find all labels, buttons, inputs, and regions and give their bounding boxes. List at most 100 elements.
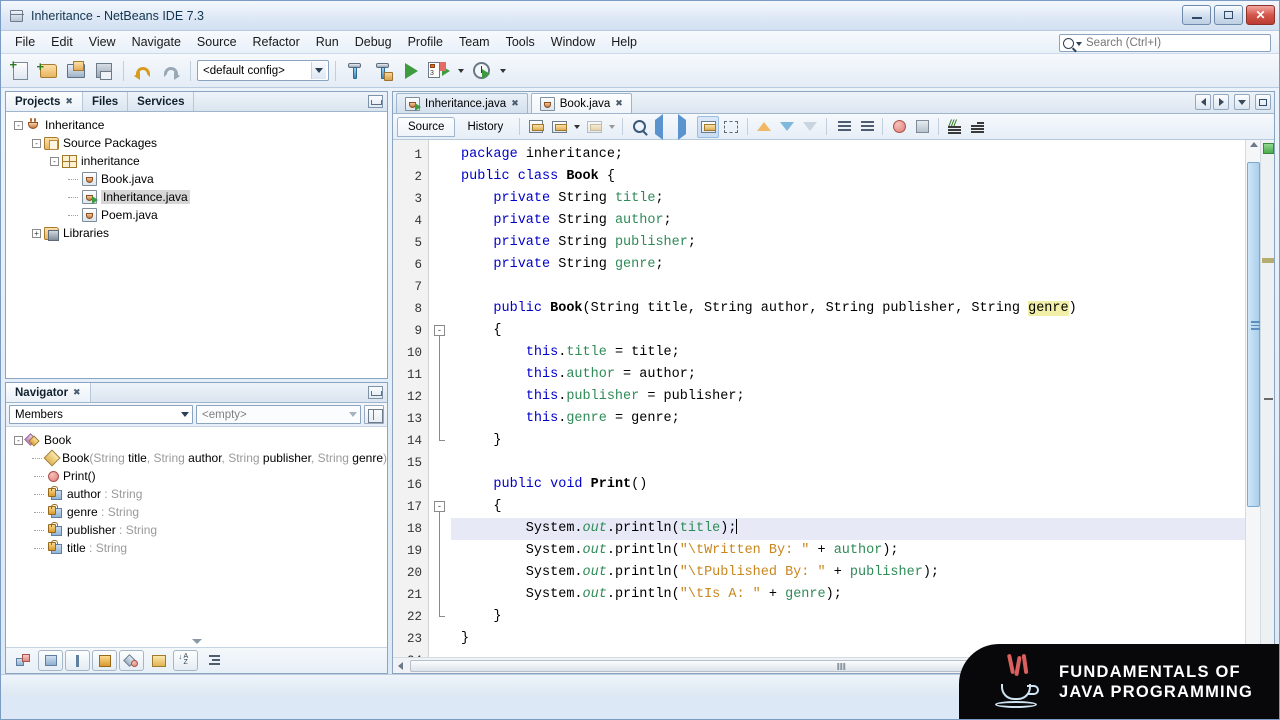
- run-project-icon[interactable]: [398, 58, 424, 84]
- code-line[interactable]: package inheritance;: [451, 144, 1245, 166]
- show-constructors-icon[interactable]: [65, 650, 90, 671]
- code-line[interactable]: System.out.println(title);: [451, 518, 1245, 540]
- menu-run[interactable]: Run: [308, 32, 347, 52]
- minimize-button[interactable]: [1182, 5, 1211, 25]
- member-item[interactable]: publisher : String: [6, 521, 387, 539]
- show-inherited-members-icon[interactable]: [11, 650, 36, 671]
- menu-profile[interactable]: Profile: [400, 32, 451, 52]
- close-icon[interactable]: ✖: [73, 387, 81, 398]
- code-line[interactable]: {: [451, 320, 1245, 342]
- menu-debug[interactable]: Debug: [347, 32, 400, 52]
- close-icon[interactable]: ✖: [511, 98, 519, 109]
- editor-tab-book[interactable]: Book.java ✖: [530, 93, 632, 113]
- member-item[interactable]: title : String: [6, 539, 387, 557]
- redo-icon[interactable]: [158, 58, 184, 84]
- menu-tools[interactable]: Tools: [498, 32, 543, 52]
- close-button[interactable]: ✕: [1246, 5, 1275, 25]
- tree-item[interactable]: Poem.java: [6, 206, 387, 224]
- view-tab-history[interactable]: History: [456, 117, 514, 137]
- open-project-icon[interactable]: [63, 58, 89, 84]
- tree-item[interactable]: - inheritance: [6, 152, 387, 170]
- chevron-down-icon[interactable]: [177, 406, 192, 423]
- collapse-toggle[interactable]: -: [50, 156, 59, 166]
- fold-toggle[interactable]: -: [434, 325, 445, 336]
- config-select[interactable]: <default config>: [197, 60, 329, 81]
- show-non-public-icon[interactable]: [92, 650, 117, 671]
- show-fields-icon[interactable]: [38, 650, 63, 671]
- code-line[interactable]: private String publisher;: [451, 232, 1245, 254]
- back-icon[interactable]: [548, 116, 570, 138]
- menu-navigate[interactable]: Navigate: [124, 32, 189, 52]
- find-selection-icon[interactable]: [628, 116, 650, 138]
- menu-team[interactable]: Team: [451, 32, 498, 52]
- debug-project-icon[interactable]: 3: [426, 58, 452, 84]
- comment-icon[interactable]: [799, 116, 821, 138]
- shift-left-icon[interactable]: [832, 116, 854, 138]
- scroll-left-button[interactable]: [1195, 94, 1211, 110]
- member-item[interactable]: author : String: [6, 485, 387, 503]
- collapse-toggle[interactable]: -: [14, 435, 23, 445]
- toggle-highlight-icon[interactable]: ///: [944, 116, 966, 138]
- code-line[interactable]: [451, 276, 1245, 298]
- maximize-editor-button[interactable]: [1255, 94, 1271, 110]
- scroll-up-icon[interactable]: [1250, 142, 1258, 147]
- forward-icon[interactable]: [583, 116, 605, 138]
- tab-files[interactable]: Files: [83, 92, 129, 111]
- view-tab-source[interactable]: Source: [397, 116, 456, 137]
- new-project-icon[interactable]: +: [35, 58, 61, 84]
- tab-list-button[interactable]: [1234, 94, 1250, 110]
- close-icon[interactable]: ✖: [615, 98, 623, 109]
- tree-item[interactable]: Inheritance.java: [6, 188, 387, 206]
- code-line[interactable]: {: [451, 496, 1245, 518]
- code-line[interactable]: }: [451, 606, 1245, 628]
- code-line[interactable]: this.title = title;: [451, 342, 1245, 364]
- new-file-icon[interactable]: +: [7, 58, 33, 84]
- sort-by-source-icon[interactable]: [200, 650, 225, 671]
- collapse-toggle[interactable]: -: [32, 138, 41, 148]
- member-filter-select[interactable]: <empty>: [196, 405, 361, 424]
- shift-line-down-icon[interactable]: [776, 116, 798, 138]
- menu-source[interactable]: Source: [189, 32, 245, 52]
- code-line[interactable]: System.out.println("\tWritten By: " + au…: [451, 540, 1245, 562]
- navigator-tree[interactable]: - Book Book(String title, String author, S…: [6, 427, 387, 639]
- maximize-button[interactable]: [1214, 5, 1243, 25]
- chevron-down-icon[interactable]: [311, 62, 326, 79]
- expand-toggle[interactable]: +: [32, 228, 41, 238]
- code-line[interactable]: private String title;: [451, 188, 1245, 210]
- source-code[interactable]: package inheritance; public class Book { …: [451, 140, 1245, 657]
- show-inner-classes-icon[interactable]: [146, 650, 171, 671]
- code-line[interactable]: }: [451, 430, 1245, 452]
- collapse-toggle[interactable]: -: [14, 120, 23, 130]
- build-project-icon[interactable]: [342, 58, 368, 84]
- clean-and-build-icon[interactable]: [370, 58, 396, 84]
- code-line[interactable]: public Book(String title, String author,…: [451, 298, 1245, 320]
- code-line[interactable]: private String genre;: [451, 254, 1245, 276]
- minimize-panel-button[interactable]: [368, 95, 383, 108]
- save-all-icon[interactable]: [91, 58, 117, 84]
- scroll-left-icon[interactable]: [393, 661, 408, 670]
- chevron-down-icon[interactable]: [1076, 42, 1082, 46]
- code-fold-margin[interactable]: --: [429, 140, 451, 657]
- shift-line-up-icon[interactable]: [753, 116, 775, 138]
- menu-edit[interactable]: Edit: [43, 32, 81, 52]
- menu-help[interactable]: Help: [603, 32, 645, 52]
- scrollbar-thumb[interactable]: [1247, 162, 1260, 507]
- code-line[interactable]: System.out.println("\tPublished By: " + …: [451, 562, 1245, 584]
- tree-item[interactable]: - Inheritance: [6, 116, 387, 134]
- back-dropdown-icon[interactable]: [571, 116, 582, 138]
- sort-alphabetically-icon[interactable]: ↓ A Z: [173, 650, 198, 671]
- toggle-rectangular-selection-icon[interactable]: [697, 115, 720, 138]
- show-static-icon[interactable]: [119, 650, 144, 671]
- member-item[interactable]: Print(): [6, 467, 387, 485]
- member-item[interactable]: genre : String: [6, 503, 387, 521]
- toggle-breakpoint-icon[interactable]: [888, 116, 910, 138]
- menu-view[interactable]: View: [81, 32, 124, 52]
- forward-dropdown-icon[interactable]: [606, 116, 617, 138]
- code-line[interactable]: public void Print(): [451, 474, 1245, 496]
- code-line[interactable]: public class Book {: [451, 166, 1245, 188]
- tab-navigator[interactable]: Navigator ✖: [6, 383, 91, 402]
- tree-item[interactable]: Book.java: [6, 170, 387, 188]
- menu-window[interactable]: Window: [543, 32, 603, 52]
- panel-collapse-strip[interactable]: [6, 639, 387, 647]
- next-bookmark-icon[interactable]: [674, 114, 696, 140]
